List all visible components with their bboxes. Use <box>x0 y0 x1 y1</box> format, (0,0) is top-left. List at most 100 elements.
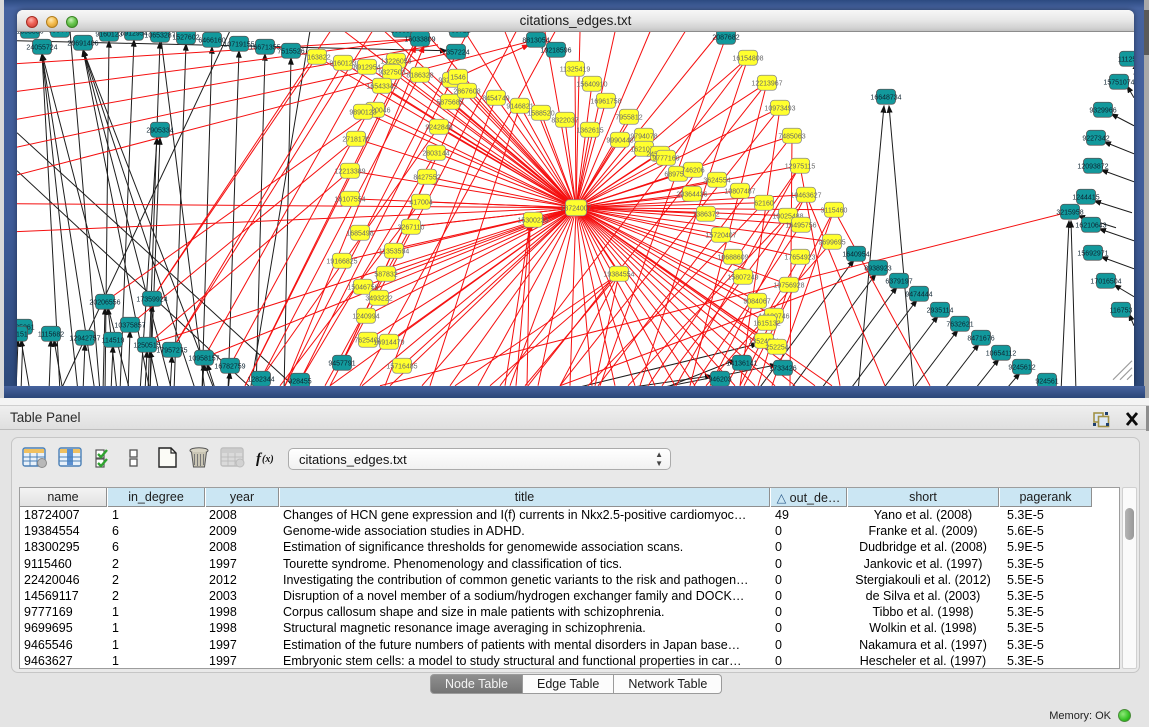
svg-text:2087682: 2087682 <box>712 34 739 41</box>
svg-text:12213389: 12213389 <box>334 168 365 175</box>
svg-text:16154808: 16154808 <box>732 55 763 62</box>
svg-text:114519: 114519 <box>102 337 125 344</box>
svg-text:8471676: 8471676 <box>967 335 994 342</box>
svg-text:3267110: 3267110 <box>398 224 425 231</box>
svg-text:10807487: 10807487 <box>724 188 755 195</box>
svg-text:1115682: 1115682 <box>38 331 64 338</box>
svg-text:7163822: 7163822 <box>303 54 330 61</box>
svg-text:8912954: 8912954 <box>353 64 380 71</box>
svg-text:1640954: 1640954 <box>842 251 869 258</box>
svg-text:8454749: 8454749 <box>482 95 509 102</box>
svg-text:24055724: 24055724 <box>26 44 57 51</box>
svg-text:16210643: 16210643 <box>1075 222 1106 229</box>
svg-text:7632621: 7632621 <box>946 321 973 328</box>
svg-text:39151: 39151 <box>17 331 28 338</box>
svg-text:10973493: 10973493 <box>764 105 795 112</box>
svg-text:924561: 924561 <box>1035 378 1058 385</box>
svg-text:8322037: 8322037 <box>551 117 578 124</box>
svg-text:9457791: 9457791 <box>328 360 355 367</box>
svg-text:746206: 746206 <box>681 167 704 174</box>
svg-text:7485063: 7485063 <box>778 133 805 140</box>
svg-text:8427552: 8427552 <box>413 174 440 181</box>
svg-text:1362615: 1362615 <box>576 127 603 134</box>
svg-text:17016504: 17016504 <box>1090 278 1121 285</box>
svg-text:1603380: 1603380 <box>17 31 44 35</box>
svg-text:7386372: 7386372 <box>692 211 719 218</box>
svg-text:587832: 587832 <box>374 271 397 278</box>
svg-text:15300233: 15300233 <box>517 217 548 224</box>
svg-text:11325419: 11325419 <box>560 66 591 73</box>
svg-text:9227342: 9227342 <box>1082 135 1109 142</box>
svg-text:20691406: 20691406 <box>67 40 98 47</box>
svg-text:1546: 1546 <box>450 74 466 81</box>
svg-text:17359924: 17359924 <box>136 296 167 303</box>
svg-text:16033809: 16033809 <box>404 36 435 43</box>
svg-text:252254: 252254 <box>765 344 788 351</box>
svg-text:16914479: 16914479 <box>373 339 404 346</box>
svg-text:16782759: 16782759 <box>214 363 245 370</box>
svg-text:928455: 928455 <box>288 378 311 385</box>
svg-text:8813054: 8813054 <box>522 37 549 44</box>
svg-text:16671355: 16671355 <box>249 44 280 51</box>
svg-text:17957275: 17957275 <box>156 347 187 354</box>
svg-text:9242848: 9242848 <box>425 124 452 131</box>
svg-text:8938923: 8938923 <box>864 265 891 272</box>
svg-text:19384554: 19384554 <box>603 271 634 278</box>
svg-text:7515526: 7515526 <box>277 48 304 55</box>
svg-text:417004: 417004 <box>409 199 432 206</box>
svg-text:6379197: 6379197 <box>885 278 912 285</box>
svg-text:10688609: 10688609 <box>717 254 748 261</box>
svg-text:9245612: 9245612 <box>1008 364 1035 371</box>
svg-text:9146821: 9146821 <box>506 103 533 110</box>
svg-text:5875685: 5875685 <box>436 99 463 106</box>
svg-text:1282344: 1282344 <box>247 376 274 383</box>
svg-text:15807249: 15807249 <box>727 274 758 281</box>
svg-text:111254: 111254 <box>1118 56 1134 63</box>
svg-text:10653287: 10653287 <box>144 32 175 39</box>
svg-text:16648734: 16648734 <box>870 94 901 101</box>
svg-text:19463627: 19463627 <box>790 192 821 199</box>
svg-text:10654112: 10654112 <box>986 350 1017 357</box>
svg-text:62160: 62160 <box>754 200 774 207</box>
svg-text:946203: 946203 <box>708 376 731 383</box>
svg-text:9160123: 9160123 <box>95 31 122 38</box>
svg-text:16543342: 16543342 <box>366 83 397 90</box>
svg-text:10375857: 10375857 <box>114 322 145 329</box>
svg-text:9777169: 9777169 <box>652 155 679 162</box>
svg-text:3215958: 3215958 <box>1056 209 1083 216</box>
svg-text:16961758: 16961758 <box>590 98 621 105</box>
svg-text:1588520: 1588520 <box>527 110 554 117</box>
svg-text:2718170: 2718170 <box>342 136 369 143</box>
svg-text:10958157: 10958157 <box>188 355 219 362</box>
svg-text:12942757: 12942757 <box>69 335 100 342</box>
svg-text:7357224: 7357224 <box>442 49 469 56</box>
svg-text:1244415: 1244415 <box>1072 194 1099 201</box>
svg-text:15751074: 15751074 <box>1103 79 1134 86</box>
svg-text:2867608: 2867608 <box>453 88 480 95</box>
svg-text:16495756: 16495756 <box>785 222 816 229</box>
svg-text:2905334: 2905334 <box>146 127 173 134</box>
svg-text:18724007: 18724007 <box>560 205 591 212</box>
svg-text:17654923: 17654923 <box>784 254 815 261</box>
svg-text:19756928: 19756928 <box>773 282 804 289</box>
svg-text:15640910: 15640910 <box>576 81 607 88</box>
svg-text:2935114: 2935114 <box>927 307 954 314</box>
svg-text:12213967: 12213967 <box>751 80 782 87</box>
svg-text:116753: 116753 <box>1110 307 1133 314</box>
svg-text:9890123: 9890123 <box>349 109 376 116</box>
svg-text:1733426: 1733426 <box>769 365 796 372</box>
svg-text:2803144: 2803144 <box>422 150 449 157</box>
svg-text:9327503: 9327503 <box>378 69 405 76</box>
svg-text:11353594: 11353594 <box>379 248 410 255</box>
svg-text:15720407: 15720407 <box>705 232 736 239</box>
svg-text:19218596: 19218596 <box>540 47 571 54</box>
svg-text:20206556: 20206556 <box>89 299 120 306</box>
svg-text:1615132: 1615132 <box>753 320 780 327</box>
svg-text:12093872: 12093872 <box>1077 163 1108 170</box>
svg-text:14136141: 14136141 <box>726 360 757 367</box>
svg-text:8186328: 8186328 <box>406 72 433 79</box>
svg-text:3624554: 3624554 <box>703 177 730 184</box>
svg-text:19166825: 19166825 <box>326 258 357 265</box>
svg-text:9474444: 9474444 <box>905 291 932 298</box>
svg-text:7955812: 7955812 <box>615 114 642 121</box>
